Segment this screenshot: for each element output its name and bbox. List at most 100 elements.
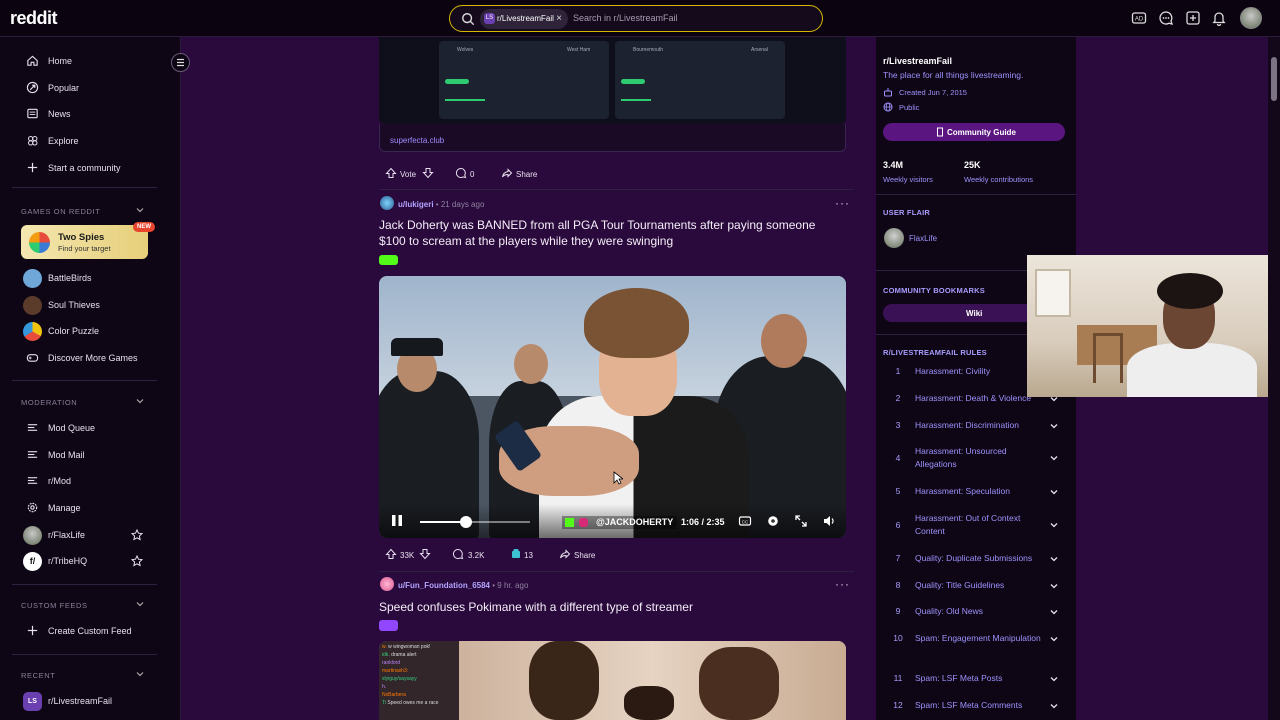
chevron-down-icon[interactable] bbox=[1049, 701, 1059, 711]
chevron-down-icon[interactable] bbox=[1049, 634, 1059, 644]
pause-icon[interactable] bbox=[391, 514, 403, 527]
chevron-down-icon[interactable] bbox=[1049, 453, 1059, 463]
rule-text: Harassment: Out of Context Content bbox=[915, 513, 1021, 536]
sidebar-item-news[interactable]: News bbox=[0, 102, 181, 126]
scrollbar[interactable] bbox=[1268, 37, 1280, 720]
search-scope-chip[interactable]: LS r/LivestreamFail × bbox=[480, 9, 568, 29]
sidebar-item-r-mod[interactable]: r/Mod bbox=[0, 469, 181, 493]
link-domain-bar[interactable]: superfecta.club bbox=[379, 124, 846, 152]
chat-line: idk. drama alert bbox=[382, 651, 456, 659]
sidebar-item-tribehq[interactable]: f/ r/TribeHQ bbox=[0, 549, 181, 573]
sidebar-item-mod-mail[interactable]: Mod Mail bbox=[0, 443, 181, 467]
upvote-icon[interactable] bbox=[385, 167, 397, 179]
video-scrubber-handle[interactable] bbox=[460, 516, 473, 528]
games-section-header[interactable]: GAMES ON REDDIT bbox=[21, 207, 100, 216]
chevron-down-icon[interactable] bbox=[1049, 581, 1059, 591]
video-progress-track[interactable] bbox=[420, 521, 530, 523]
created-text: Created Jun 7, 2015 bbox=[899, 88, 967, 97]
rule-item[interactable]: 9 Quality: Old News bbox=[876, 606, 1076, 632]
share-button[interactable]: Share bbox=[554, 545, 600, 565]
rule-item[interactable]: 12 Spam: LSF Meta Comments bbox=[876, 700, 1076, 720]
rule-item[interactable]: 11 Spam: LSF Meta Posts bbox=[876, 673, 1076, 699]
video-player[interactable]: @JACKDOHERTY 1:06 / 2:35 CC bbox=[379, 276, 846, 538]
video-thumbnail[interactable]: w. w wingwoman pok! idk. drama alert rankl… bbox=[379, 641, 846, 720]
sidebar-item-popular[interactable]: Popular bbox=[0, 76, 181, 100]
custom-feeds-section-header[interactable]: CUSTOM FEEDS bbox=[21, 601, 88, 610]
chevron-down-icon[interactable] bbox=[135, 205, 145, 215]
user-avatar[interactable] bbox=[380, 196, 394, 210]
sidebar-item-home[interactable]: Home bbox=[0, 49, 181, 73]
sidebar-item-start-community[interactable]: Start a community bbox=[0, 156, 181, 180]
recent-section-header[interactable]: RECENT bbox=[21, 671, 55, 680]
chevron-down-icon[interactable] bbox=[1049, 487, 1059, 497]
sidebar-item-manage[interactable]: Manage bbox=[0, 496, 181, 520]
chevron-down-icon[interactable] bbox=[135, 396, 145, 406]
post-author[interactable]: u/Fun_Foundation_6584 bbox=[398, 581, 490, 590]
sidebar-item-battlebirds[interactable]: BattleBirds bbox=[0, 266, 181, 290]
featured-game-card[interactable]: Two Spies Find your target bbox=[21, 225, 148, 259]
chevron-down-icon[interactable] bbox=[1049, 674, 1059, 684]
chevron-down-icon[interactable] bbox=[1049, 421, 1059, 431]
sidebar-item-label: Mod Mail bbox=[48, 450, 85, 460]
sidebar-item-discover-games[interactable]: Discover More Games bbox=[0, 346, 181, 370]
reddit-logo[interactable]: reddit bbox=[10, 8, 58, 29]
rule-item[interactable]: 6 Harassment: Out of Context Content bbox=[876, 513, 1076, 539]
close-icon[interactable]: × bbox=[556, 13, 562, 24]
captions-icon[interactable]: CC bbox=[738, 514, 752, 528]
rule-item[interactable]: 3 Harassment: Discrimination bbox=[876, 420, 1076, 446]
settings-gear-icon[interactable] bbox=[766, 514, 780, 528]
downvote-icon[interactable] bbox=[419, 548, 431, 560]
chevron-down-icon[interactable] bbox=[135, 669, 145, 679]
ad-icon[interactable]: AD bbox=[1131, 10, 1147, 26]
more-options-icon[interactable]: ··· bbox=[835, 196, 850, 210]
rule-item[interactable]: 5 Harassment: Speculation bbox=[876, 486, 1076, 512]
star-icon[interactable] bbox=[131, 529, 143, 541]
rule-item[interactable]: 7 Quality: Duplicate Submissions bbox=[876, 553, 1076, 579]
moderation-section-header[interactable]: MODERATION bbox=[21, 398, 77, 407]
scrollbar-thumb[interactable] bbox=[1271, 57, 1277, 101]
sidebar-item-soul-thieves[interactable]: Soul Thieves bbox=[0, 293, 181, 317]
sidebar-item-livestreamfail[interactable]: LS r/LivestreamFail bbox=[0, 689, 181, 713]
link-preview-image[interactable]: Wolves West Ham Bournemouth Arsenal bbox=[379, 37, 846, 124]
downvote-icon[interactable] bbox=[422, 167, 434, 179]
chevron-down-icon[interactable] bbox=[1049, 607, 1059, 617]
comments-button[interactable]: 0 bbox=[450, 164, 480, 184]
upvote-icon[interactable] bbox=[385, 548, 397, 560]
sidebar-item-color-puzzle[interactable]: Color Puzzle bbox=[0, 319, 181, 343]
chevron-down-icon[interactable] bbox=[135, 599, 145, 609]
user-flair-name[interactable]: FlaxLife bbox=[909, 234, 937, 243]
notification-icon[interactable] bbox=[1211, 10, 1227, 26]
user-avatar[interactable] bbox=[1240, 7, 1262, 29]
star-icon[interactable] bbox=[131, 555, 143, 567]
post-author[interactable]: u/lukigeri bbox=[398, 200, 434, 209]
chat-icon[interactable] bbox=[1158, 10, 1174, 26]
more-options-icon[interactable]: ··· bbox=[835, 577, 850, 591]
post-title[interactable]: Speed confuses Pokimane with a different… bbox=[379, 599, 829, 615]
rule-item[interactable]: 8 Quality: Title Guidelines bbox=[876, 580, 1076, 606]
rule-item[interactable]: 10 Spam: Engagement Manipulation bbox=[876, 633, 1076, 659]
fullscreen-icon[interactable] bbox=[794, 514, 808, 528]
award-button[interactable]: 13 bbox=[505, 545, 539, 565]
post-title[interactable]: Jack Doherty was BANNED from all PGA Tou… bbox=[379, 217, 829, 249]
rule-item[interactable]: 4 Harassment: Unsourced Allegations bbox=[876, 446, 1076, 472]
user-avatar[interactable] bbox=[380, 577, 394, 591]
vote-button[interactable]: 33K bbox=[380, 545, 432, 565]
sidebar-item-mod-queue[interactable]: Mod Queue bbox=[0, 416, 181, 440]
share-icon bbox=[560, 549, 571, 559]
community-guide-button[interactable]: Community Guide bbox=[883, 123, 1065, 141]
community-name[interactable]: r/LivestreamFail bbox=[883, 56, 952, 66]
comments-button[interactable]: 3.2K bbox=[447, 545, 489, 565]
search-input[interactable]: Search in r/LivestreamFail bbox=[573, 13, 678, 23]
sidebar-item-create-custom-feed[interactable]: Create Custom Feed bbox=[0, 619, 181, 643]
chevron-down-icon[interactable] bbox=[1049, 554, 1059, 564]
chevron-down-icon[interactable] bbox=[1049, 520, 1059, 530]
vote-button[interactable]: Vote bbox=[380, 164, 438, 184]
sidebar-item-explore[interactable]: Explore bbox=[0, 129, 181, 153]
search-bar[interactable]: LS r/LivestreamFail × Search in r/Livest… bbox=[449, 5, 823, 32]
sidebar-item-flaxlife[interactable]: r/FlaxLife bbox=[0, 523, 181, 547]
create-post-icon[interactable] bbox=[1185, 10, 1201, 26]
share-button[interactable]: Share bbox=[496, 164, 542, 184]
rule-number: 10 bbox=[893, 633, 903, 643]
link-domain[interactable]: superfecta.club bbox=[390, 136, 444, 145]
volume-icon[interactable] bbox=[822, 514, 836, 528]
